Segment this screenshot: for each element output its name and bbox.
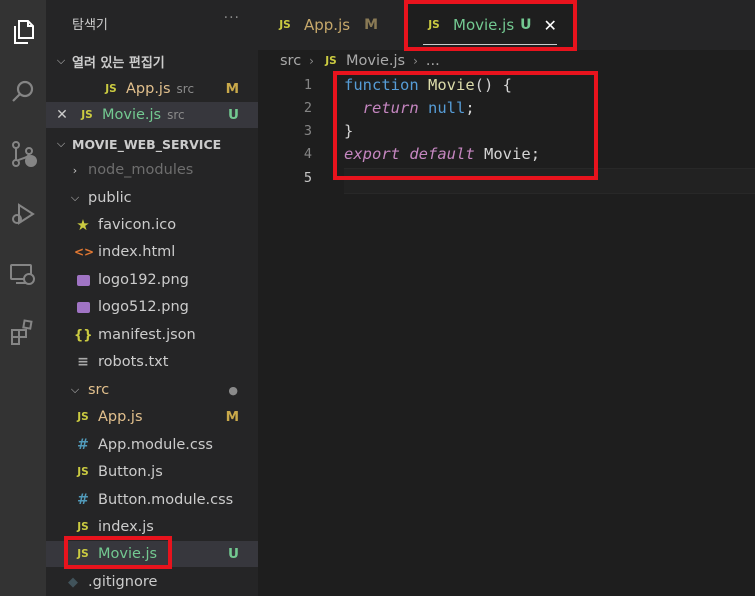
file-label: App.module.css xyxy=(98,437,213,453)
modified-dot: ● xyxy=(228,383,238,397)
js-file-icon: JS xyxy=(325,55,337,67)
explorer-sidebar: 탐색기 ··· ⌵ 열려 있는 편집기 JS App.js src M ✕ JS… xyxy=(46,0,258,596)
line-number: 2 xyxy=(303,100,312,116)
file-src-app-css[interactable]: # App.module.css xyxy=(46,432,258,458)
file-label: favicon.ico xyxy=(98,217,177,233)
highlight-box-tab xyxy=(404,0,577,51)
file-label: App.js xyxy=(98,409,143,425)
file-logo512[interactable]: logo512.png xyxy=(46,294,258,320)
open-editor-item-movie[interactable]: ✕ JS Movie.js src U xyxy=(46,102,258,128)
line-number: 5 xyxy=(303,170,312,186)
file-label: logo512.png xyxy=(98,299,189,315)
folder-label: node_modules xyxy=(88,162,194,178)
breadcrumb-separator: › xyxy=(413,54,418,68)
image-file-icon xyxy=(77,301,90,313)
untracked-badge: U xyxy=(228,107,239,123)
css-file-icon: # xyxy=(77,437,89,453)
open-editors-header[interactable]: ⌵ 열려 있는 편집기 xyxy=(46,48,258,74)
more-actions-button[interactable]: ··· xyxy=(224,10,240,26)
run-debug-icon[interactable] xyxy=(0,192,46,236)
chevron-down-icon: ⌵ xyxy=(56,137,66,150)
modified-badge: M xyxy=(225,81,239,97)
explorer-files-icon[interactable] xyxy=(0,10,46,54)
highlight-box-code xyxy=(333,71,598,180)
folder-label: public xyxy=(88,190,132,206)
file-label: robots.txt xyxy=(98,354,169,370)
breadcrumb-folder[interactable]: src xyxy=(280,53,301,69)
js-file-icon: JS xyxy=(77,521,89,533)
explorer-title: 탐색기 xyxy=(72,18,108,33)
close-icon[interactable]: ✕ xyxy=(46,107,78,123)
git-file-icon: ◆ xyxy=(68,574,78,590)
activity-bar xyxy=(0,0,46,596)
html-file-icon: <> xyxy=(74,245,95,259)
file-robots[interactable]: ≡ robots.txt xyxy=(46,349,258,375)
project-header[interactable]: ⌵ MOVIE_WEB_SERVICE xyxy=(46,131,258,157)
folder-label: src xyxy=(88,382,110,398)
open-editor-path: src xyxy=(176,82,195,96)
js-file-icon: JS xyxy=(81,109,93,121)
open-editors-label: 열려 있는 편집기 xyxy=(72,55,165,71)
breadcrumb-file[interactable]: Movie.js xyxy=(346,53,405,69)
file-favicon[interactable]: ★ favicon.ico xyxy=(46,212,258,238)
breadcrumb-more[interactable]: ... xyxy=(426,53,440,69)
file-index-html[interactable]: <> index.html xyxy=(46,239,258,265)
chevron-down-icon: ⌵ xyxy=(70,383,80,396)
open-editor-filename: Movie.js xyxy=(102,107,162,123)
breadcrumb-separator: › xyxy=(309,54,314,68)
highlight-box-file xyxy=(64,536,172,569)
js-file-icon: JS xyxy=(77,411,89,423)
file-src-button[interactable]: JS Button.js xyxy=(46,459,258,485)
modified-badge: M xyxy=(225,409,239,425)
file-src-button-css[interactable]: # Button.module.css xyxy=(46,487,258,513)
remote-explorer-icon[interactable] xyxy=(0,252,46,296)
file-label: .gitignore xyxy=(88,574,158,590)
file-label: Button.module.css xyxy=(98,492,234,508)
folder-public[interactable]: ⌵ public xyxy=(46,185,258,211)
file-label: logo192.png xyxy=(98,272,189,288)
extensions-icon[interactable] xyxy=(0,310,46,354)
line-number: 4 xyxy=(303,146,312,162)
js-file-icon: JS xyxy=(279,19,291,31)
source-control-icon[interactable] xyxy=(0,132,46,176)
file-label: Button.js xyxy=(98,464,163,480)
file-manifest[interactable]: {} manifest.json xyxy=(46,322,258,348)
untracked-badge: U xyxy=(228,546,239,562)
open-editor-path: src xyxy=(167,108,185,122)
file-label: index.js xyxy=(98,519,154,535)
tab-label: App.js xyxy=(304,16,351,34)
project-label: MOVIE_WEB_SERVICE xyxy=(72,136,222,152)
chevron-down-icon: ⌵ xyxy=(56,54,66,67)
image-file-icon xyxy=(77,274,90,286)
json-file-icon: {} xyxy=(74,327,93,343)
tab-app-js[interactable]: JS App.js M xyxy=(258,0,400,50)
file-label: manifest.json xyxy=(98,327,196,343)
file-gitignore[interactable]: ◆ .gitignore xyxy=(46,569,258,595)
line-number: 1 xyxy=(303,77,312,93)
file-label: index.html xyxy=(98,244,176,260)
folder-src[interactable]: ⌵ src ● xyxy=(46,377,258,403)
open-editor-item-app[interactable]: JS App.js src M xyxy=(46,76,258,102)
chevron-down-icon: ⌵ xyxy=(70,191,80,204)
star-icon: ★ xyxy=(76,216,90,234)
css-file-icon: # xyxy=(77,492,89,508)
breadcrumb: src › JS Movie.js › ... xyxy=(280,50,440,72)
folder-node-modules[interactable]: › node_modules xyxy=(46,157,258,183)
search-icon[interactable] xyxy=(0,70,46,114)
line-number: 3 xyxy=(303,123,312,139)
js-file-icon: JS xyxy=(77,466,89,478)
file-src-app[interactable]: JS App.js M xyxy=(46,404,258,430)
modified-badge: M xyxy=(364,17,378,33)
text-file-icon: ≡ xyxy=(77,354,89,370)
js-file-icon: JS xyxy=(105,83,117,95)
open-editor-filename: App.js xyxy=(126,81,171,97)
file-logo192[interactable]: logo192.png xyxy=(46,267,258,293)
chevron-right-icon: › xyxy=(72,163,78,177)
